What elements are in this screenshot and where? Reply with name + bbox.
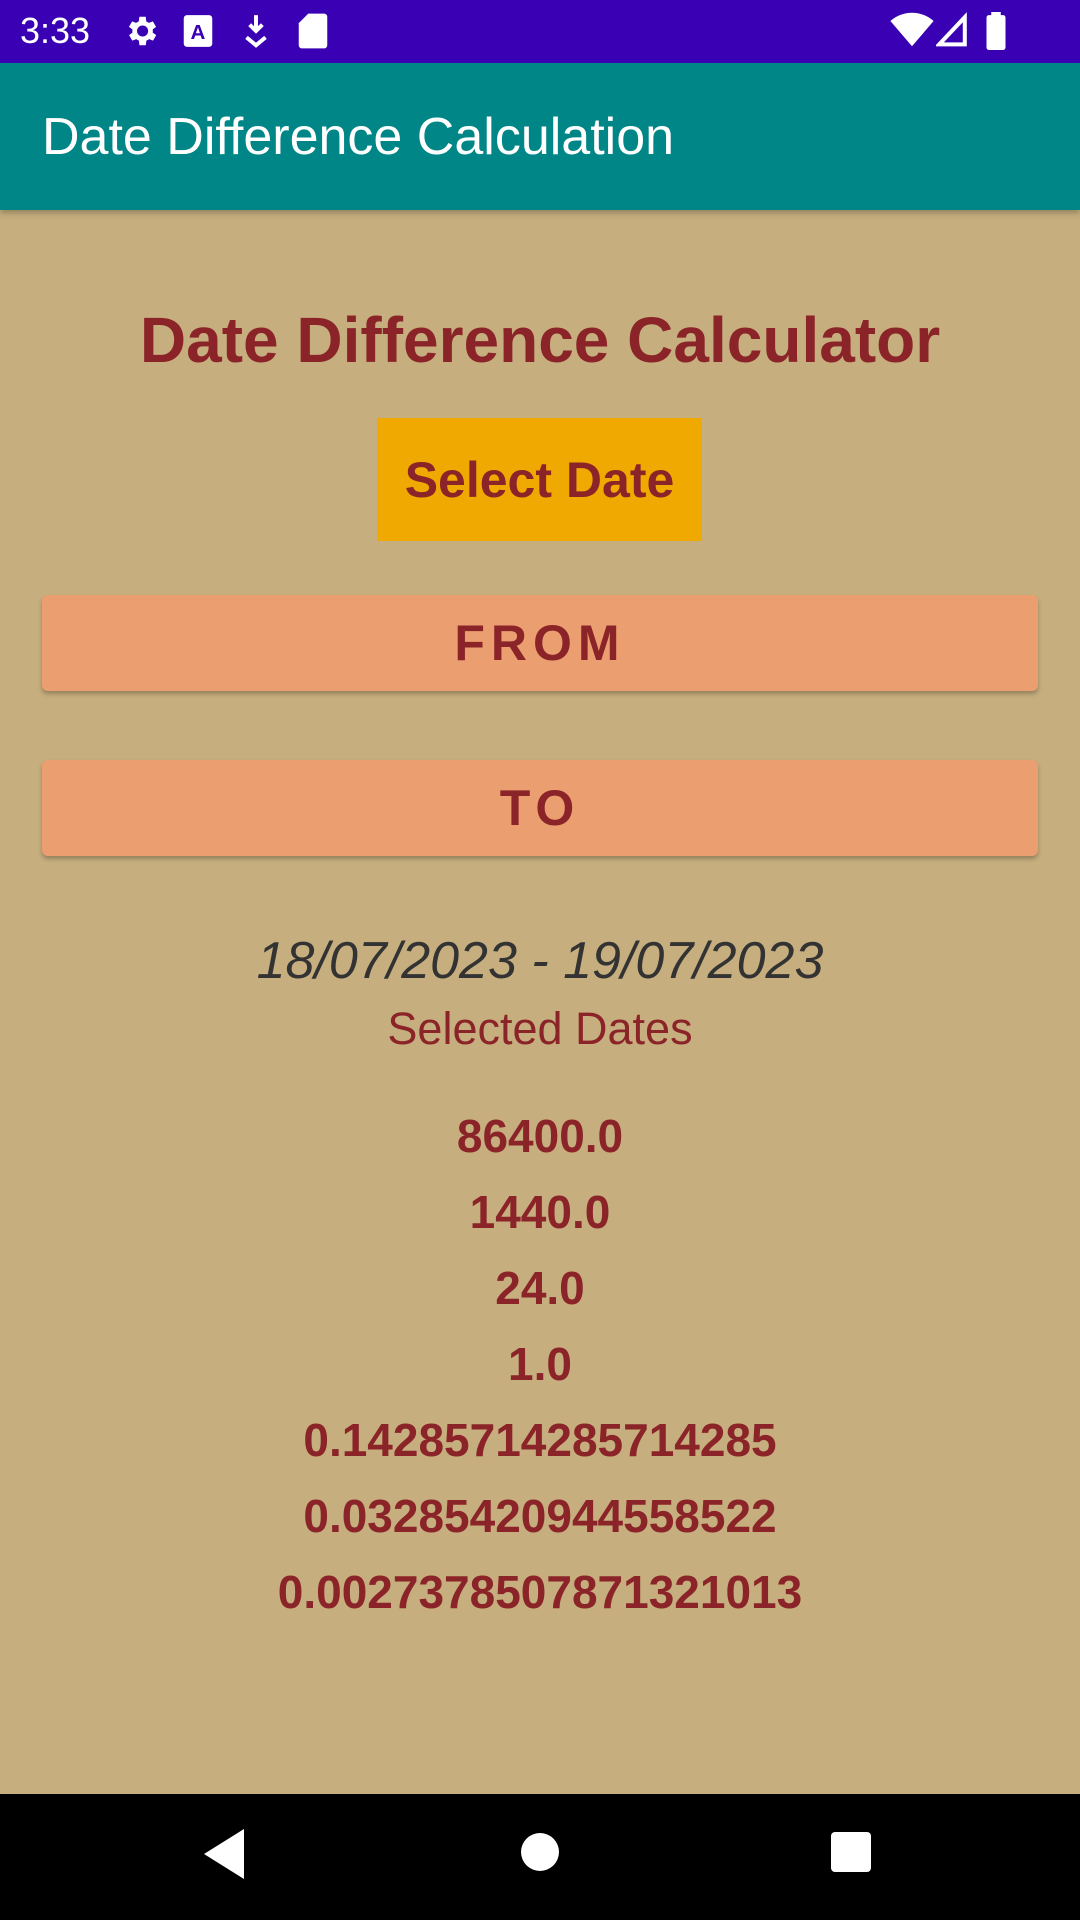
text-input-icon: A	[182, 12, 214, 55]
status-bar: 3:33 A	[0, 0, 1080, 63]
result-seconds: 86400.0	[456, 1110, 624, 1162]
back-icon[interactable]	[202, 1827, 246, 1886]
to-button[interactable]: TO	[42, 760, 1038, 856]
page-title: Date Difference Calculator	[139, 304, 941, 376]
date-range-text: 18/07/2023 - 19/07/2023	[256, 932, 824, 990]
result-hours: 24.0	[495, 1262, 585, 1314]
navigation-bar	[0, 1794, 1080, 1920]
app-bar: Date Difference Calculation	[0, 63, 1080, 210]
result-weeks: 0.14285714285714285	[303, 1414, 777, 1466]
signal-icon	[934, 12, 968, 53]
sd-card-icon	[297, 12, 329, 55]
home-icon[interactable]	[519, 1831, 561, 1878]
settings-icon	[122, 12, 160, 55]
app-title: Date Difference Calculation	[42, 108, 675, 166]
selected-dates-label: Selected Dates	[387, 1003, 693, 1054]
wifi-icon	[890, 12, 934, 53]
main-content: Date Difference Calculator Select Date F…	[0, 210, 1080, 1794]
results-list: 86400.0 1440.0 24.0 1.0 0.14285714285714…	[0, 1098, 1080, 1630]
battery-icon	[984, 12, 1008, 55]
from-button[interactable]: FROM	[42, 595, 1038, 691]
download-icon	[240, 12, 272, 55]
result-days: 1.0	[508, 1338, 572, 1390]
result-minutes: 1440.0	[469, 1186, 611, 1238]
svg-text:A: A	[191, 21, 206, 44]
recents-icon[interactable]	[830, 1831, 872, 1878]
result-years: 0.0027378507871321013	[277, 1566, 803, 1618]
status-time: 3:33	[20, 10, 91, 51]
result-months: 0.03285420944558522	[303, 1490, 777, 1542]
select-date-button[interactable]: Select Date	[377, 418, 702, 541]
